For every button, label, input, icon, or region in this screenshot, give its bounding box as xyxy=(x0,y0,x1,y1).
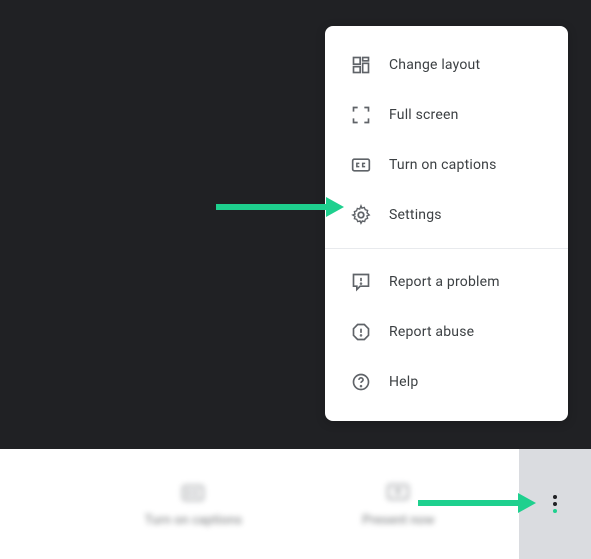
menu-label: Settings xyxy=(389,207,442,223)
present-icon xyxy=(386,481,410,505)
more-vert-icon xyxy=(553,495,557,513)
captions-button[interactable]: Turn on captions xyxy=(144,481,242,528)
fullscreen-icon xyxy=(349,103,373,127)
bottom-toolbar: Turn on captions Present now xyxy=(0,449,591,559)
feedback-icon xyxy=(349,270,373,294)
menu-label: Report abuse xyxy=(389,324,474,340)
menu-divider xyxy=(325,248,568,249)
help-icon xyxy=(349,370,373,394)
menu-item-help[interactable]: Help xyxy=(325,357,568,407)
more-options-button[interactable] xyxy=(519,449,591,559)
cc-icon xyxy=(181,481,205,505)
menu-label: Help xyxy=(389,374,418,390)
menu-label: Report a problem xyxy=(389,274,500,290)
menu-item-settings[interactable]: Settings xyxy=(325,190,568,240)
captions-label: Turn on captions xyxy=(144,513,242,528)
menu-label: Change layout xyxy=(389,57,480,73)
menu-label: Full screen xyxy=(389,107,459,123)
more-options-menu: Change layout Full screen Turn on captio… xyxy=(325,26,568,421)
menu-label: Turn on captions xyxy=(389,157,497,173)
menu-item-report-abuse[interactable]: Report abuse xyxy=(325,307,568,357)
report-abuse-icon xyxy=(349,320,373,344)
menu-item-captions[interactable]: Turn on captions xyxy=(325,140,568,190)
menu-item-change-layout[interactable]: Change layout xyxy=(325,40,568,90)
menu-item-report-problem[interactable]: Report a problem xyxy=(325,257,568,307)
cc-icon xyxy=(349,153,373,177)
toolbar-blur-area: Turn on captions Present now xyxy=(0,481,519,528)
present-label: Present now xyxy=(362,513,434,528)
present-button[interactable]: Present now xyxy=(362,481,434,528)
layout-icon xyxy=(349,53,373,77)
gear-icon xyxy=(349,203,373,227)
menu-item-fullscreen[interactable]: Full screen xyxy=(325,90,568,140)
